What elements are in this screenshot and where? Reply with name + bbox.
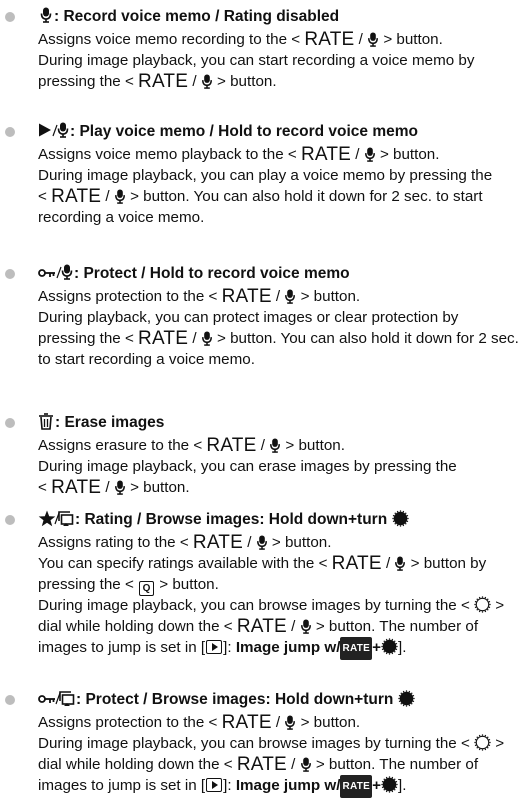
description-line: dial while holding down the < RATE / > b… — [38, 616, 479, 637]
microphone-icon — [114, 189, 125, 204]
description-line: You can specify ratings available with t… — [38, 553, 487, 574]
microphone-icon — [285, 289, 296, 304]
microphone-icon — [270, 438, 281, 453]
setting-description: Assigns erasure to the < RATE / > button… — [38, 435, 532, 498]
rate-badge-icon: RATE — [340, 775, 373, 798]
play-mic-icon — [38, 122, 69, 145]
microphone-icon — [285, 715, 296, 730]
setting-description: Assigns rating to the < RATE / > button.… — [38, 532, 532, 660]
rate-button-label: RATE — [138, 328, 189, 349]
setting-title: : Protect / Browse images: Hold down+tur… — [38, 689, 415, 713]
description-line: During image playback, you can start rec… — [38, 52, 475, 69]
microphone-icon — [201, 331, 212, 346]
microphone-icon — [300, 619, 311, 634]
rate-button-label: RATE — [236, 754, 287, 775]
setting-title-text: : Record voice memo / Rating disabled — [54, 8, 340, 25]
rate-button-label: RATE — [51, 477, 102, 498]
description-line: Assigns voice memo recording to the < RA… — [38, 29, 443, 50]
setting-description: Assigns voice memo recording to the < RA… — [38, 29, 532, 92]
bullet-icon — [5, 695, 15, 705]
bullet-icon — [5, 515, 15, 525]
description-line: Assigns protection to the < RATE / > but… — [38, 712, 361, 733]
microphone-icon — [256, 535, 267, 550]
setting-title-text: : Protect / Browse images: Hold down+tur… — [76, 691, 394, 708]
trash-icon — [38, 413, 54, 436]
description-line: Assigns erasure to the < RATE / > button… — [38, 435, 345, 456]
setting-title-text: : Play voice memo / Hold to record voice… — [70, 123, 418, 140]
microphone-icon — [300, 757, 311, 772]
description-line: dial while holding down the < RATE / > b… — [38, 754, 479, 775]
main-dial-icon — [381, 776, 398, 793]
q-button-icon: Q — [139, 581, 155, 596]
microphone-icon — [364, 147, 375, 162]
description-line: Assigns protection to the < RATE / > but… — [38, 286, 361, 307]
description-line: pressing the < Q > button. — [38, 576, 219, 596]
playback-tab-icon — [206, 640, 223, 654]
rate-button-label: RATE — [192, 532, 243, 553]
menu-item-name: Image jump w/ — [235, 777, 341, 794]
rate-button-label: RATE — [304, 29, 355, 50]
description-line: Assigns rating to the < RATE / > button. — [38, 532, 332, 553]
setting-title: : Rating / Browse images: Hold down+turn — [38, 509, 409, 533]
menu-item-name: + — [372, 639, 382, 656]
bullet-icon — [5, 12, 15, 22]
description-line: Assigns voice memo playback to the < RAT… — [38, 144, 440, 165]
rate-button-label: RATE — [206, 435, 257, 456]
setting-description: Assigns voice memo playback to the < RAT… — [38, 144, 532, 228]
setting-description: Assigns protection to the < RATE / > but… — [38, 286, 532, 370]
main-dial-icon — [398, 690, 415, 707]
rate-button-label: RATE — [236, 616, 287, 637]
setting-title-text: : Rating / Browse images: Hold down+turn — [75, 511, 388, 528]
microphone-icon — [201, 74, 212, 89]
microphone-icon — [38, 7, 53, 30]
protect-browse-icon — [38, 690, 75, 713]
rate-button-label: RATE — [221, 286, 272, 307]
microphone-icon — [368, 32, 379, 47]
rate-badge-icon: RATE — [340, 637, 373, 660]
setting-title: : Record voice memo / Rating disabled — [38, 6, 339, 30]
rate-button-label: RATE — [221, 712, 272, 733]
description-line: recording a voice memo. — [38, 209, 205, 226]
description-line: < RATE / > button. You can also hold it … — [38, 186, 483, 207]
description-line: images to jump is set in []: Image jump … — [38, 637, 532, 660]
playback-tab-icon — [206, 778, 223, 792]
description-line: During image playback, you can play a vo… — [38, 167, 493, 184]
description-line: pressing the < RATE / > button. You can … — [38, 328, 519, 349]
bullet-icon — [5, 418, 15, 428]
microphone-icon — [395, 556, 406, 571]
description-line: During playback, you can protect images … — [38, 309, 459, 326]
description-line: During image playback, you can erase ima… — [38, 458, 457, 475]
description-line: During image playback, you can browse im… — [38, 734, 505, 752]
description-line: < RATE / > button. — [38, 477, 190, 498]
rate-button-label: RATE — [138, 71, 189, 92]
description-line: pressing the < RATE / > button. — [38, 71, 277, 92]
microphone-icon — [114, 480, 125, 495]
description-line: During image playback, you can browse im… — [38, 596, 505, 614]
bullet-icon — [5, 127, 15, 137]
star-browse-icon — [38, 510, 74, 533]
rate-button-label: RATE — [300, 144, 352, 165]
setting-title: : Play voice memo / Hold to record voice… — [38, 121, 418, 145]
setting-title: : Erase images — [38, 412, 164, 436]
menu-item-name: Image jump w/ — [235, 639, 341, 656]
setting-title-text: : Protect / Hold to record voice memo — [74, 265, 350, 282]
setting-description: Assigns protection to the < RATE / > but… — [38, 712, 532, 798]
description-line: to start recording a voice memo. — [38, 351, 255, 368]
rate-button-label: RATE — [331, 553, 382, 574]
bullet-icon — [5, 269, 15, 279]
main-dial-icon — [381, 638, 398, 655]
rate-button-label: RATE — [51, 186, 102, 207]
menu-item-name: + — [372, 777, 382, 794]
setting-title-text: : Erase images — [55, 414, 165, 431]
main-dial-icon — [474, 596, 491, 613]
main-dial-icon — [391, 510, 409, 527]
main-dial-icon — [474, 734, 491, 751]
protect-mic-icon — [38, 264, 73, 287]
setting-title: : Protect / Hold to record voice memo — [38, 263, 350, 287]
